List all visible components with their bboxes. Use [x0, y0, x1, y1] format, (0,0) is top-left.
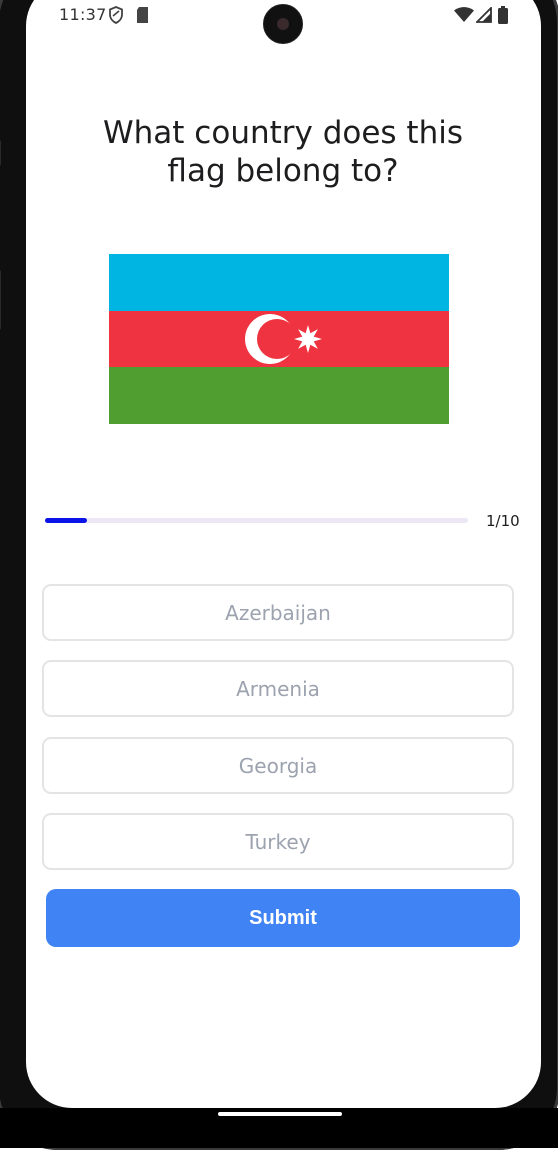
- home-indicator[interactable]: [218, 1112, 342, 1116]
- option-button-armenia[interactable]: Armenia: [42, 660, 514, 717]
- signal-icon: [474, 5, 492, 28]
- option-label: Turkey: [245, 829, 311, 854]
- option-button-azerbaijan[interactable]: Azerbaijan: [42, 584, 514, 641]
- question-line-1: What country does this: [103, 115, 463, 151]
- question-title: What country does this flag belong to?: [80, 114, 486, 190]
- progress-counter: 1/10: [486, 512, 520, 530]
- sd-card-icon: [136, 7, 149, 28]
- battery-icon: [498, 6, 508, 29]
- option-label: Azerbaijan: [225, 600, 331, 625]
- submit-button[interactable]: Submit: [46, 889, 520, 947]
- option-button-georgia[interactable]: Georgia: [42, 737, 514, 794]
- progress-bar-fill: [45, 518, 88, 523]
- azerbaijan-flag-image: [109, 254, 449, 424]
- wifi-icon: [454, 7, 474, 28]
- flag-stripe-top: [109, 254, 449, 311]
- submit-label: Submit: [249, 906, 317, 929]
- option-label: Georgia: [238, 753, 318, 778]
- question-line-2: flag belong to?: [167, 153, 399, 189]
- status-time: 11:37: [59, 5, 107, 24]
- option-label: Armenia: [236, 676, 320, 701]
- front-camera: [263, 4, 303, 44]
- progress-bar: [45, 518, 468, 523]
- shield-icon: [108, 6, 124, 29]
- flag-stripe-bottom: [109, 367, 449, 424]
- option-button-turkey[interactable]: Turkey: [42, 813, 514, 870]
- side-button: [0, 140, 1, 166]
- side-button: [0, 270, 1, 330]
